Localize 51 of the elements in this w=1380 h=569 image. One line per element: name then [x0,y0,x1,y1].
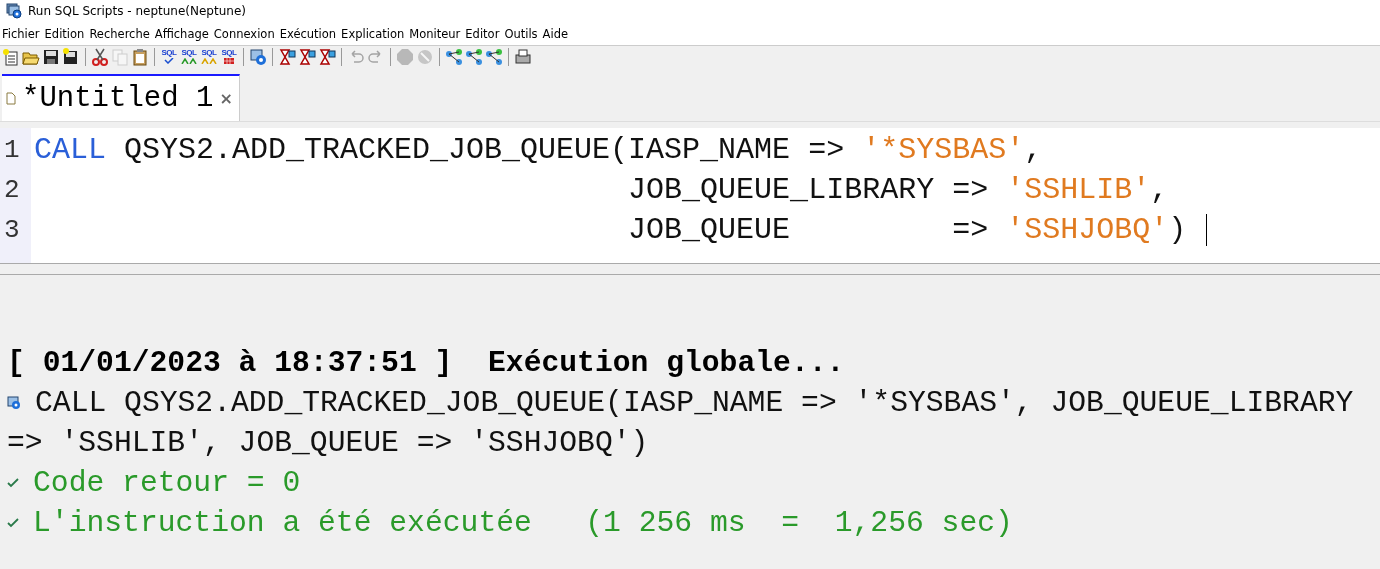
menu-item[interactable]: Explication [339,26,408,41]
check-icon [164,58,174,64]
sql-statement-line: CALL QSYS2.ADD_TRACKED_JOB_QUEUE(IASP_NAME => '*SYSBAS', JOB_QUEUE_LIBRARY [35,385,1354,422]
close-button[interactable]: × [219,89,233,108]
hourglass-icon[interactable] [318,48,336,66]
new-file-icon[interactable] [2,48,20,66]
line-number: 3 [3,215,21,245]
diagram-icon[interactable] [485,48,503,66]
menu-item[interactable]: Exécution [277,26,340,41]
connection-icon[interactable] [249,48,267,66]
diagram-icon[interactable] [465,48,483,66]
code-line: CALL QSYS2.ADD_TRACKED_JOB_QUEUE(IASP_NAME => '*SYSBAS', [34,133,1043,167]
sql-statement-line: => 'SSHLIB', JOB_QUEUE => 'SSHJOBQ') [7,425,649,462]
menu-item[interactable]: Fichier [0,26,43,41]
sql-button[interactable]: SQL [200,48,218,66]
arrows-icon [181,58,197,64]
app-icon [6,3,22,19]
check-icon [7,518,19,528]
script-icon [7,396,21,410]
result-message: Code retour = 0 [33,465,301,502]
printer-icon[interactable] [514,48,532,66]
menu-item[interactable]: Outils [502,26,541,41]
hourglass-icon[interactable] [278,48,296,66]
arrows-icon [201,58,217,64]
execution-header: [ 01/01/2023 à 18:37:51 ] Exécution globale... [7,345,845,382]
menu-item[interactable]: Editor [463,26,503,41]
sql-button[interactable]: SQL [220,48,238,66]
save-icon[interactable] [62,48,80,66]
scissors-icon[interactable] [91,48,109,66]
menu-item[interactable]: Recherche [87,26,153,41]
check-icon [7,478,19,488]
line-number: 1 [3,135,21,165]
clipboard-icon[interactable] [131,48,149,66]
menu-item[interactable]: Edition [42,26,88,41]
code-line: JOB_QUEUE_LIBRARY => 'SSHLIB', [627,173,1169,207]
code-line: JOB_QUEUE => 'SSHJOBQ') [627,213,1187,247]
editor-tab[interactable]: *Untitled 1 × [2,74,240,121]
menu-item[interactable]: Aide [540,26,572,41]
menu-item[interactable]: Moniteur [407,26,464,41]
document-icon [6,92,16,105]
result-message: L'instruction a été exécutée (1 256 ms = 1,256 sec) [33,505,1013,542]
save-icon[interactable] [42,48,60,66]
sql-button[interactable]: SQL [180,48,198,66]
menu-item[interactable]: Affichage [152,26,212,41]
diagram-icon[interactable] [445,48,463,66]
sql-button[interactable]: SQL [160,48,178,66]
grid-icon [224,58,234,64]
line-number: 2 [3,175,21,205]
window-title: Run SQL Scripts - neptune(Neptune) [28,4,246,18]
hourglass-icon[interactable] [298,48,316,66]
menu-item[interactable]: Connexion [211,26,278,41]
